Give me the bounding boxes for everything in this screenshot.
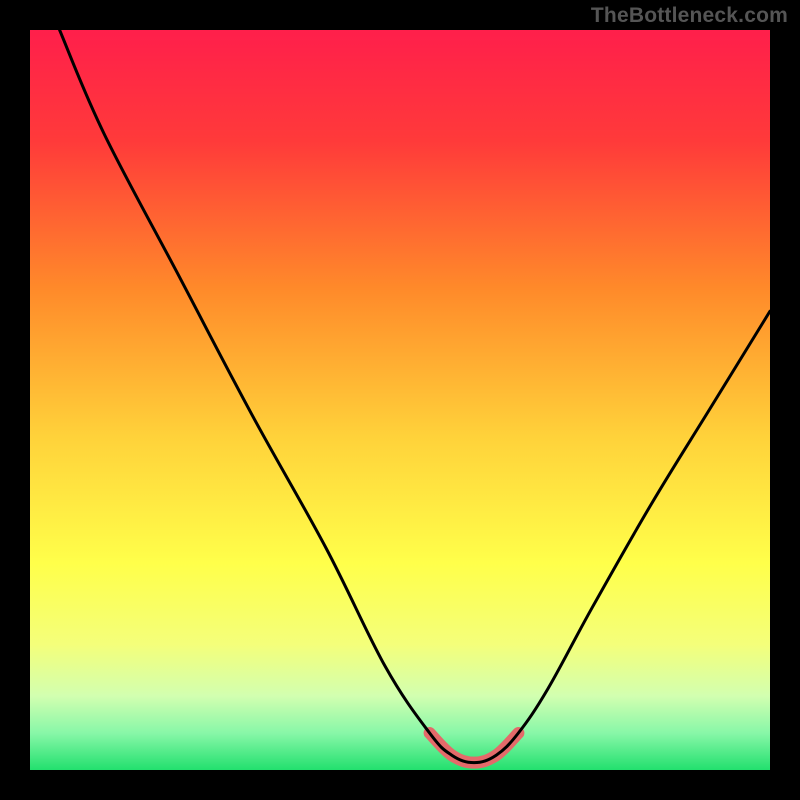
watermark-text: TheBottleneck.com (591, 4, 788, 28)
gradient-rect (30, 30, 770, 770)
chart-frame: TheBottleneck.com (0, 0, 800, 800)
chart-svg (30, 30, 770, 770)
plot-area (30, 30, 770, 770)
